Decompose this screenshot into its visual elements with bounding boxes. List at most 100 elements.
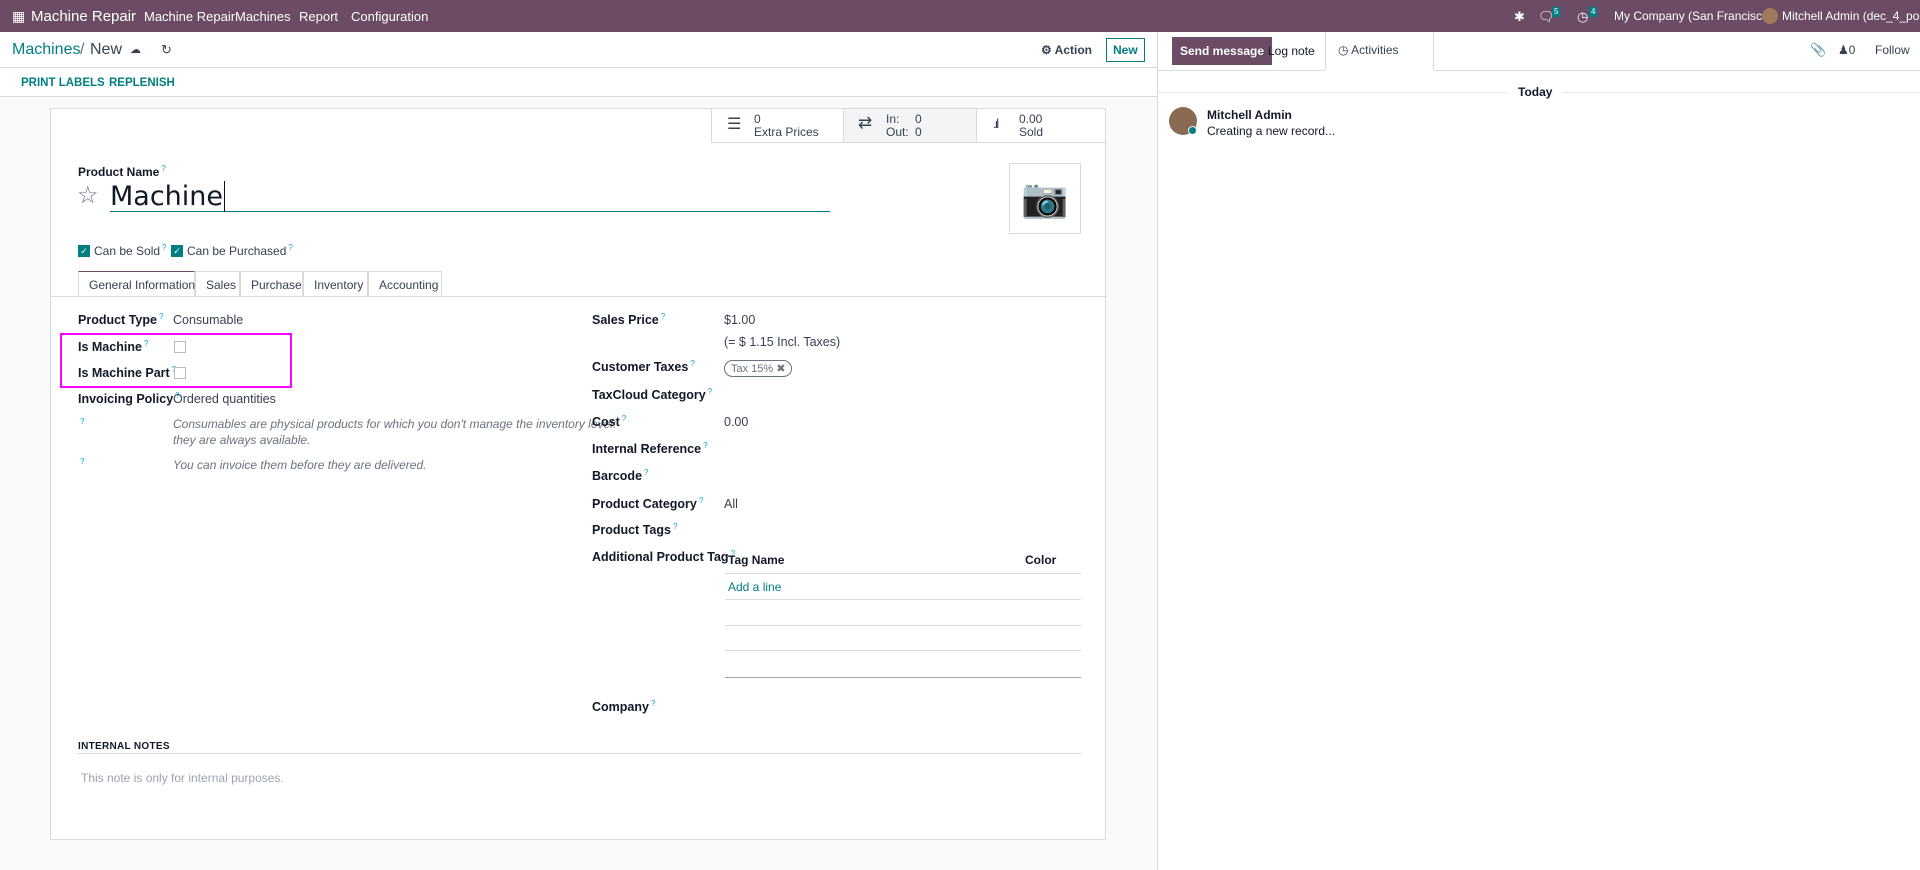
is-machine-part-label: Is Machine Part? [78,365,176,381]
menu-machine-repair[interactable]: Machine Repair [144,9,235,24]
online-status-icon [1188,126,1197,135]
incl-taxes-text: (= $ 1.15 Incl. Taxes) [724,335,841,349]
can-be-purchased-label: Can be Purchased? [187,243,293,258]
taxcloud-category-label: TaxCloud Category? [592,387,713,403]
customer-taxes-label: Customer Taxes? [592,359,695,375]
in-out-stat[interactable]: ⇄ In: 0 Out: 0 [843,109,976,143]
product-category-label: Product Category? [592,496,704,512]
action-button[interactable]: ⚙ Action [1041,43,1092,57]
clock-icon: ◷ [1338,43,1349,57]
activities-label: Activities [1351,43,1399,57]
save-cloud-icon[interactable]: ☁ [130,43,141,56]
barcode-label: Barcode? [592,468,649,484]
new-button[interactable]: New [1106,38,1145,62]
tax-tag: Tax 15% ✖ [724,360,793,377]
invoicing-policy-value[interactable]: Ordered quantities [173,392,276,406]
list-icon: ☰ [727,116,742,133]
can-be-sold-label: Can be Sold? [94,243,167,258]
cost-label: Cost? [592,414,627,430]
log-note-button[interactable]: Log note [1268,44,1315,58]
control-panel: Machines / New ☁ ↻ ⚙ Action New [0,32,1157,68]
company-label: Company? [592,699,656,715]
followers-button[interactable]: ♟0 [1838,43,1855,57]
col-tag-name[interactable]: Tag Name [728,553,784,567]
date-separator: Today [1508,85,1563,99]
product-name-input[interactable]: Machine [110,181,830,212]
breadcrumb-separator: / [80,41,85,58]
remove-tag-icon[interactable]: ✖ [776,363,785,375]
tag-table: Tag Name Color Add a line [725,546,1081,678]
product-type-hint: Consumables are physical products for wh… [173,417,617,431]
sold-label: Sold [1019,125,1044,139]
breadcrumb-machines[interactable]: Machines [12,41,80,59]
print-labels-button[interactable]: PRINT LABELS [21,77,105,89]
extra-prices-label: Extra Prices [754,125,819,139]
extra-prices-stat[interactable]: ☰ 0 Extra Prices [711,109,843,143]
tabs-divider [51,296,1107,297]
tab-accounting[interactable]: Accounting [368,271,442,296]
sales-price-input[interactable]: $1.00 [724,313,755,327]
tab-sales[interactable]: Sales [195,271,240,296]
col-color[interactable]: Color [1025,553,1056,567]
product-type-value[interactable]: Consumable [173,313,243,327]
sales-price-label: Sales Price? [592,312,666,328]
signal-bars-icon: .ıl [993,116,999,131]
internal-notes-input[interactable]: This note is only for internal purposes. [81,771,284,785]
apps-menu-icon[interactable]: ▦ [12,8,25,25]
top-navbar: ▦ Machine Repair Machine Repair Machines… [0,0,1920,32]
chatter: Send message Log note ◷ Activities 📎 ♟0 … [1157,32,1920,870]
is-machine-part-checkbox[interactable] [174,367,186,379]
internal-reference-label: Internal Reference? [592,441,708,457]
invoicing-hint: You can invoice them before they are del… [173,458,427,472]
product-image-upload[interactable]: 📷 [1009,163,1081,234]
message-author[interactable]: Mitchell Admin [1207,108,1292,122]
action-label: Action [1054,43,1092,57]
is-machine-label: Is Machine? [78,339,149,355]
tab-purchase[interactable]: Purchase [240,271,303,296]
internal-notes-header: INTERNAL NOTES [78,741,170,752]
messages-badge: 5 [1552,7,1561,17]
can-be-purchased-checkbox[interactable]: ✓ [171,245,183,257]
menu-report[interactable]: Report [299,9,338,24]
breadcrumb-current: New [90,41,123,58]
attachment-icon[interactable]: 📎 [1810,42,1826,58]
product-type-hint-2: they are always available. [173,433,311,447]
favorite-star-icon[interactable]: ☆ [77,181,99,210]
invoicing-policy-label: Invoicing Policy? [78,391,180,407]
send-message-button[interactable]: Send message [1172,37,1273,65]
user-menu[interactable]: Mitchell Admin (dec_4_pos) [1782,9,1920,23]
user-avatar[interactable] [1762,8,1778,24]
product-category-value[interactable]: All [724,497,738,511]
tab-general-information[interactable]: General Information [78,271,195,296]
activities-button[interactable]: ◷ Activities [1325,32,1434,70]
menu-machines[interactable]: Machines [235,9,291,24]
sold-stat[interactable]: .ıl 0.00 Sold [976,109,1107,143]
product-tags-label: Product Tags? [592,522,678,538]
company-switcher[interactable]: My Company (San Francisco) [1614,9,1773,23]
add-a-line-link[interactable]: Add a line [728,580,781,594]
camera-plus-icon: 📷 [1021,177,1069,220]
out-label: Out: [886,125,909,139]
transfer-arrows-icon: ⇄ [858,113,873,132]
help-icon: ? [80,417,85,426]
message-body: Creating a new record... [1207,124,1336,138]
discard-icon[interactable]: ↻ [161,42,172,58]
cost-input[interactable]: 0.00 [724,415,748,429]
additional-product-tag-label: Additional Product Tag? [592,549,736,565]
product-type-label: Product Type? [78,312,164,328]
app-name[interactable]: Machine Repair [31,8,136,25]
replenish-button[interactable]: REPLENISH [109,77,175,89]
can-be-sold-checkbox[interactable]: ✓ [78,245,90,257]
activities-icon[interactable]: ◷ [1577,9,1588,25]
debug-icon[interactable]: ✱ [1514,9,1525,25]
menu-configuration[interactable]: Configuration [351,9,428,24]
help-icon: ? [80,457,85,466]
activities-badge: 4 [1589,7,1598,17]
follow-button[interactable]: Follow [1875,43,1910,57]
tab-inventory[interactable]: Inventory [303,271,368,296]
form-sheet: ☰ 0 Extra Prices ⇄ In: 0 Out: 0 .ıl 0.00… [50,108,1107,840]
out-value: 0 [915,125,922,139]
product-name-label: Product Name? [78,164,166,179]
is-machine-checkbox[interactable] [174,341,186,353]
notebook-tabs: General Information Sales Purchase Inven… [78,271,1078,296]
